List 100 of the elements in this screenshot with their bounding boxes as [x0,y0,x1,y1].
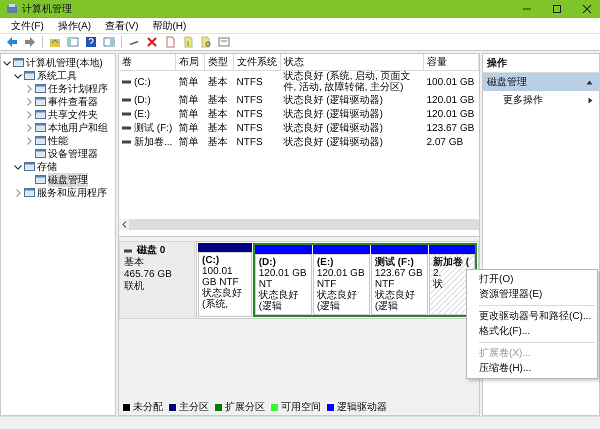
partition-color-bar [254,245,312,254]
table-cell-text: 状态良好 (逻辑驱动器) [282,108,384,121]
tree-item[interactable]: 服务和应用程序 [1,186,115,199]
tree-item[interactable]: 系统工具 [1,69,115,82]
panel-icon[interactable] [67,36,79,48]
table-cell-text: 2.07 GB [426,136,464,149]
column-header[interactable]: 容量 [424,54,478,70]
volume-icon [122,126,131,130]
tree-item[interactable]: 存储 [1,160,115,173]
window-icon [35,96,46,107]
panel-icon[interactable] [103,36,115,48]
column-header[interactable]: 卷 [119,54,176,70]
partition-name: (E:) [316,257,334,268]
column-header[interactable]: 布局 [176,54,204,70]
legend-label: 未分配 [133,400,163,414]
close-icon[interactable] [582,4,592,14]
window-icon [35,135,46,146]
partition-size: 120.01 GB NTF [316,268,366,290]
partition-color-bar [312,245,370,254]
column-header[interactable]: 类型 [204,54,234,70]
tree-item[interactable]: 本地用户和组 [1,121,115,134]
window-icon [24,70,35,81]
volume-icon [122,80,131,84]
scroll-left-icon[interactable] [122,221,126,228]
partition-size: 120.01 GB NT [258,268,308,290]
window-icon [35,109,46,120]
partition-name: (C:) [202,255,220,266]
menu-item[interactable]: 帮助(H) [152,18,186,32]
table-cell: 100.01 GB [424,70,478,93]
partition-size: 100.01 GB NTF [202,266,240,288]
table-cell-text: 120.01 GB [426,94,476,107]
forward-icon[interactable] [24,36,36,48]
table-cell-text: 测试 (F:) [134,122,172,135]
disk-type: 基本 [124,257,145,269]
window-icon [35,148,46,159]
partition-status: 状态良好 (逻辑 [374,290,416,312]
table-cell: 状态良好 (系统, 启动, 页面文件, 活动, 故障转储, 主分区) [280,70,424,93]
column-header[interactable]: 状态 [280,54,424,70]
scrollbar[interactable] [119,219,479,230]
partition-name: 测试 (F:) [374,257,415,268]
tree-item[interactable]: 性能 [1,134,115,147]
back-icon[interactable] [6,36,18,48]
table-cell: (D:) [134,94,151,106]
table-cell-text: NTFS [236,122,264,135]
window-title: 计算机管理 [22,2,72,16]
legend-label: 逻辑驱动器 [337,400,387,414]
window-icon [35,122,46,133]
folder-icon[interactable] [49,36,61,48]
window-icon[interactable] [218,36,230,48]
collapse-arrow-icon[interactable] [586,80,593,84]
table-cell-text: 123.67 GB [426,122,476,135]
table-cell-text: 简单 [178,122,200,135]
table-cell-text: 简单 [178,136,200,149]
document-icon[interactable] [200,36,212,48]
table-cell-text: 基本 [206,122,228,135]
partition-status: 状 [433,279,444,290]
table-cell: (C:) [134,76,151,88]
document-icon[interactable] [164,36,176,48]
disk-name: 磁盘 0 [137,245,166,256]
tree-item[interactable]: 共享文件夹 [1,108,115,121]
help-icon[interactable] [85,36,97,48]
app-icon [6,3,18,15]
table-cell-text: 状态良好 (逻辑驱动器) [282,122,384,135]
table-cell-text: NTFS [236,94,264,107]
partition-size: 2. [433,268,442,279]
menu-item[interactable]: 格式化(F)... [467,324,598,339]
window-icon [24,187,35,198]
action-link[interactable]: 更多操作 [483,91,599,109]
window-icon [35,83,46,94]
column-header[interactable]: 文件系统 [234,54,280,70]
partition-name: 新加卷 ( [433,257,470,268]
table-cell-text: 120.01 GB [426,108,476,121]
delete-icon[interactable] [146,36,158,48]
disk-status: 联机 [124,281,145,293]
table-cell-text: 状态良好 (逻辑驱动器) [282,94,384,107]
table-cell: NTFS [234,70,280,93]
menu-item[interactable]: 压缩卷(H)... [467,361,598,376]
menu-item[interactable]: 文件(F) [11,18,44,32]
table-cell-text: 简单 [178,108,200,121]
volume-icon [122,112,131,116]
tree-item[interactable]: 设备管理器 [1,147,115,160]
tree-item[interactable]: 事件查看器 [1,95,115,108]
tree-item[interactable]: 任务计划程序 [1,82,115,95]
tree-item[interactable]: 磁盘管理 [1,173,115,186]
maximize-icon[interactable] [552,4,562,14]
disk-size: 465.76 GB [124,269,173,280]
partition-size: 123.67 GB NTF [374,268,424,290]
tree-item[interactable]: 计算机管理(本地) [1,56,115,69]
table-cell-text: 新加卷... [134,136,172,149]
partition-color-bar [429,245,475,254]
partition-status: 状态良好 (逻辑 [258,290,300,312]
menu-item[interactable]: 操作(A) [58,18,92,32]
partition-color-bar [198,243,252,252]
partition-status: 状态良好 (系统, [202,288,243,310]
partition-color-bar [370,245,428,254]
table-cell-text: 基本 [206,136,228,149]
menu-item[interactable]: 查看(V) [105,18,138,32]
table-cell: 基本 [204,70,234,93]
submenu-arrow-icon [588,96,593,104]
actions-section[interactable]: 磁盘管理 [483,73,599,91]
